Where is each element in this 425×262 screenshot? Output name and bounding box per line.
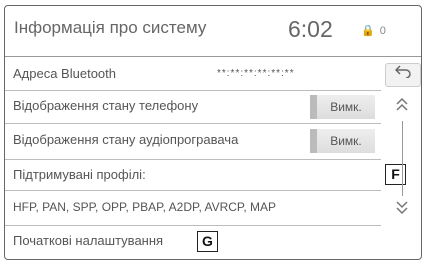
scroll-down-button[interactable] xyxy=(385,200,419,222)
profiles-list-row: HFP, PAN, SPP, OPP, PBAP, A2DP, AVRCP, M… xyxy=(5,194,381,223)
divider xyxy=(5,225,381,226)
double-chevron-up-icon xyxy=(396,97,408,111)
double-chevron-down-icon xyxy=(396,201,408,215)
supported-profiles-label: Підтримувані профілі: xyxy=(13,167,146,182)
scroll-up-button[interactable] xyxy=(385,97,419,120)
callout-marker-g: G xyxy=(197,231,218,252)
system-info-screen: Інформація про систему 6:02 🔒 0 Адреса B… xyxy=(4,5,422,260)
header: Інформація про систему 6:02 🔒 0 xyxy=(5,6,421,57)
divider xyxy=(5,159,381,160)
scrollbar[interactable] xyxy=(402,121,403,196)
clock: 6:02 xyxy=(288,16,333,42)
audio-status-label: Відображення стану аудіопрогравача xyxy=(13,132,239,147)
divider xyxy=(5,123,381,124)
default-settings-label[interactable]: Початкові налаштування xyxy=(13,233,163,248)
bluetooth-address-row: Адреса Bluetooth **:**:**:**:**:** xyxy=(5,60,381,89)
divider xyxy=(5,190,381,191)
default-settings-row[interactable]: Початкові налаштування xyxy=(5,227,381,256)
back-button[interactable] xyxy=(385,63,421,87)
audio-status-row[interactable]: Відображення стану аудіопрогравача Вимк. xyxy=(5,126,381,155)
phone-status-label: Відображення стану телефону xyxy=(13,98,199,113)
status-icons: 🔒 0 xyxy=(361,25,387,37)
bluetooth-address-label: Адреса Bluetooth xyxy=(13,66,116,81)
audio-status-toggle-button[interactable]: Вимк. xyxy=(310,129,375,153)
phone-status-row[interactable]: Відображення стану телефону Вимк. xyxy=(5,92,381,121)
header-divider xyxy=(5,56,421,57)
back-arrow-icon xyxy=(394,65,411,79)
divider xyxy=(5,90,381,91)
supported-profiles-row: Підтримувані профілі: xyxy=(5,161,381,190)
bluetooth-address-value: **:**:**:**:**:** xyxy=(217,68,295,79)
phone-status-toggle-button[interactable]: Вимк. xyxy=(310,95,375,119)
profiles-list-value: HFP, PAN, SPP, OPP, PBAP, A2DP, AVRCP, M… xyxy=(13,200,277,214)
page-title: Інформація про систему xyxy=(14,18,207,37)
